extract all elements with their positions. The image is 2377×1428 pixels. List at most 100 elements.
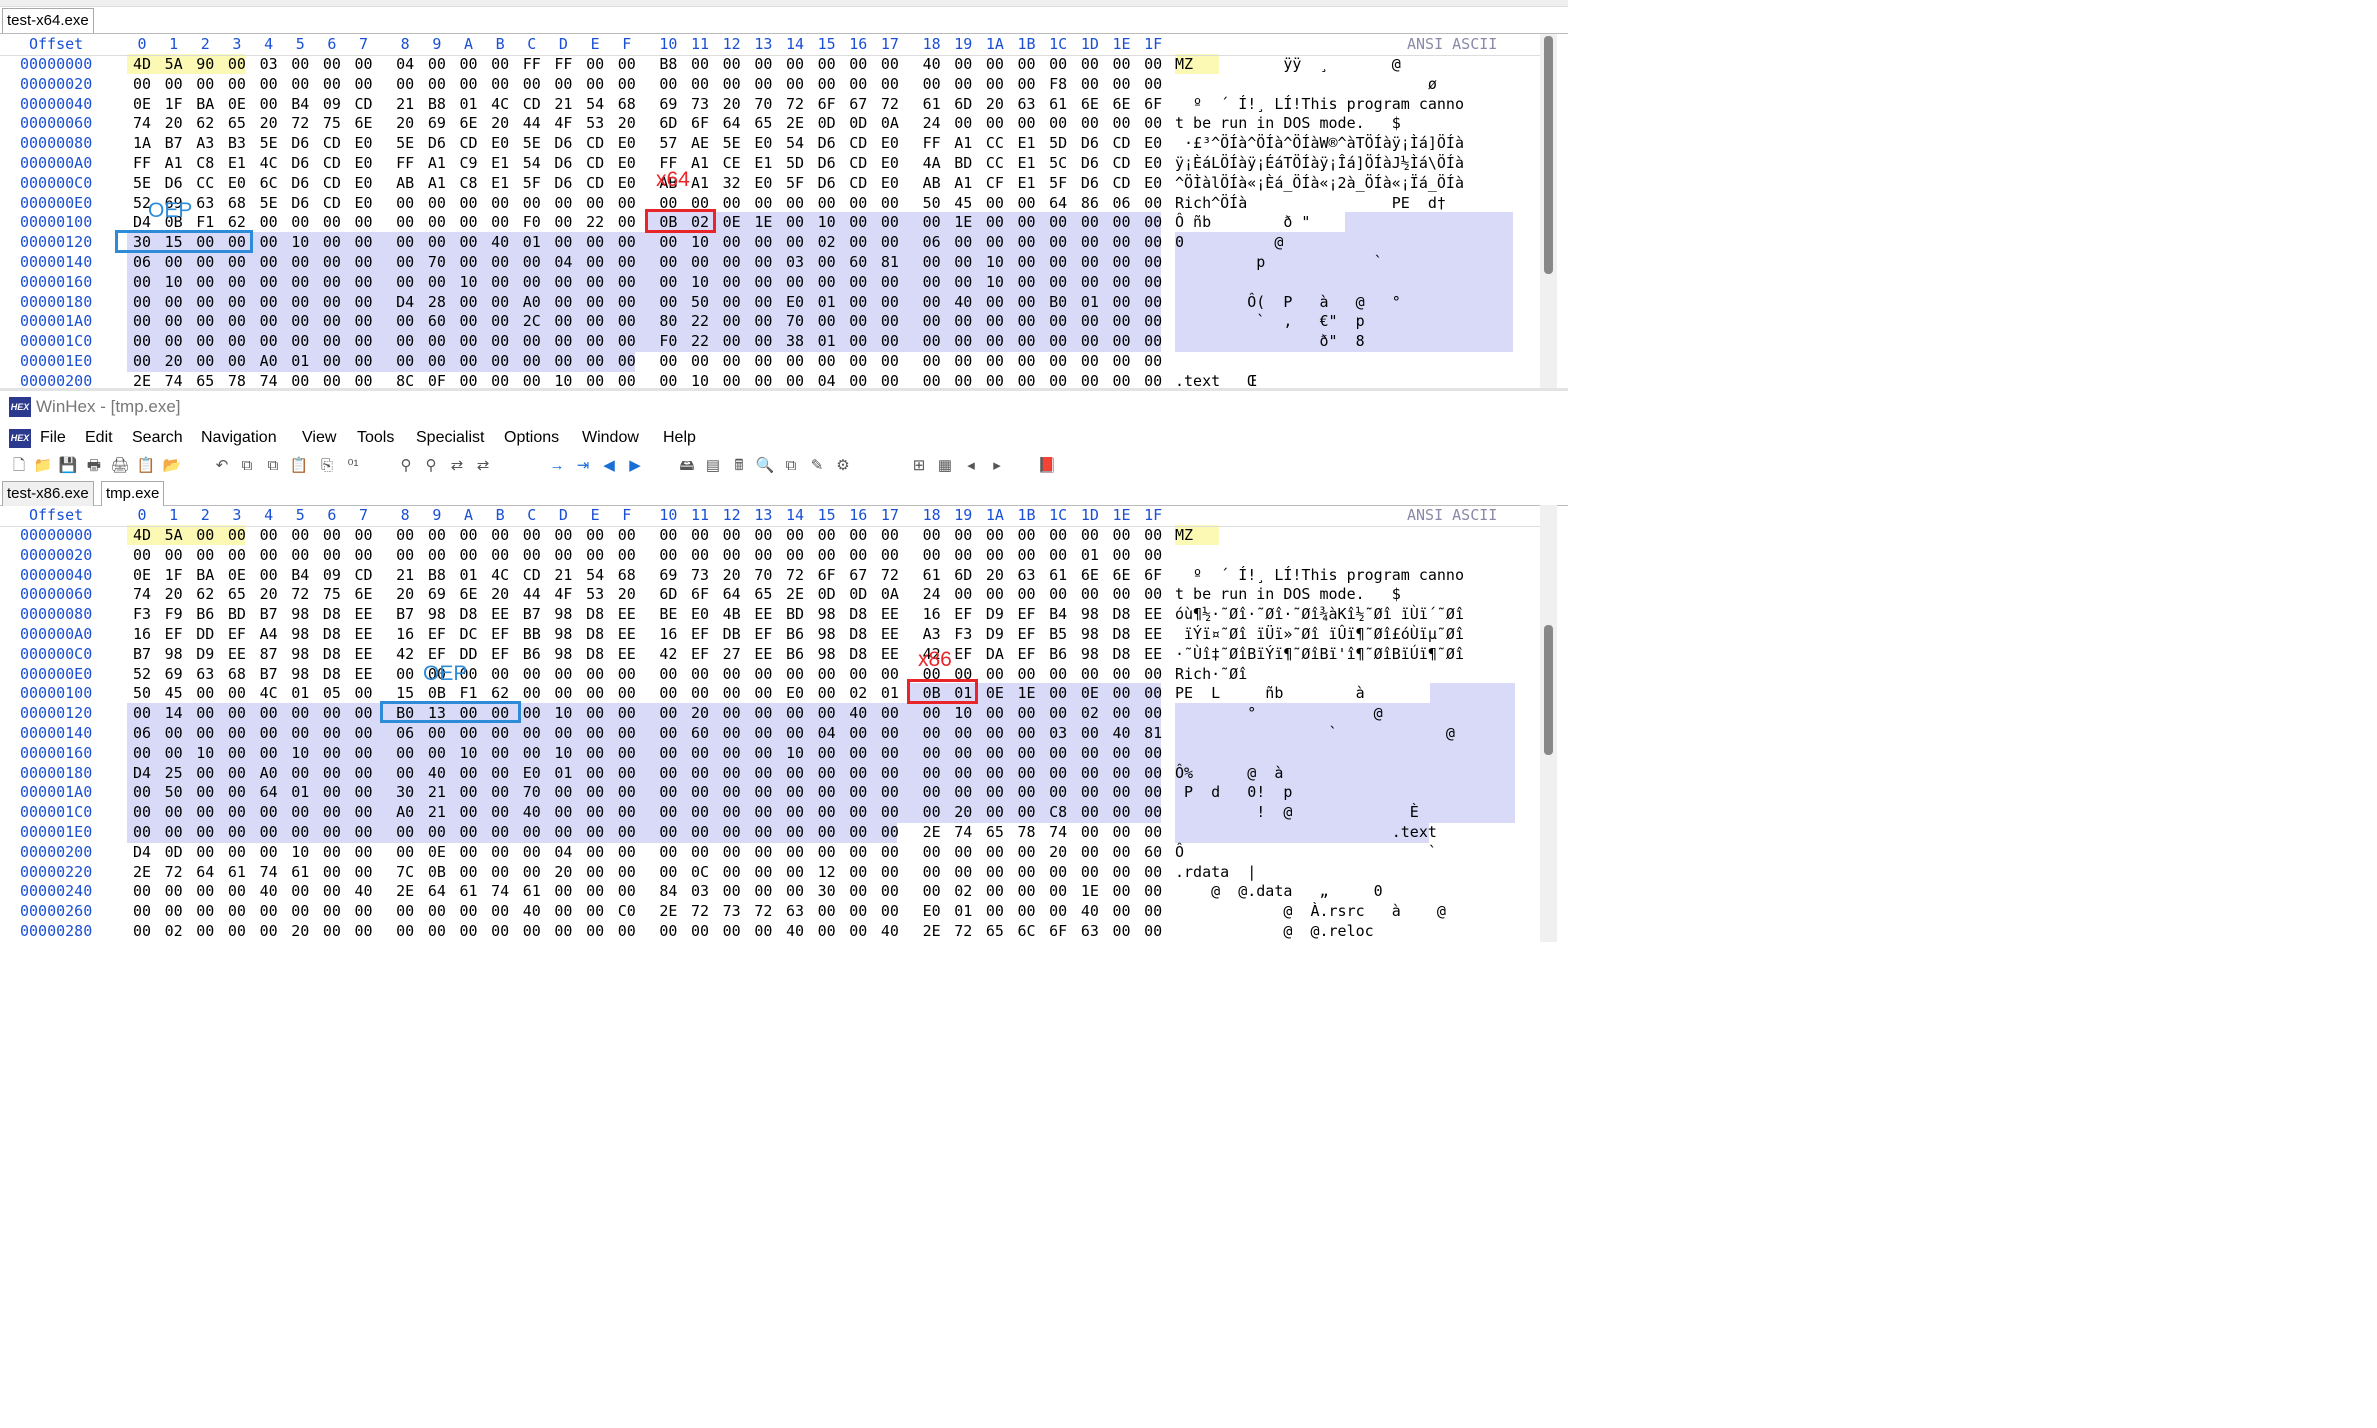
hex-byte[interactable]: 00: [256, 703, 282, 723]
hex-byte[interactable]: 00: [582, 703, 608, 723]
hex-byte[interactable]: E0: [750, 173, 776, 193]
hex-byte[interactable]: 6C: [1014, 921, 1040, 941]
hex-byte[interactable]: 00: [519, 842, 545, 862]
hex-byte[interactable]: 00: [256, 331, 282, 351]
hex-byte[interactable]: 00: [1014, 292, 1040, 312]
hex-byte[interactable]: 4C: [487, 565, 513, 585]
open-folder-icon[interactable]: 📁: [32, 456, 54, 476]
hex-byte[interactable]: 5C: [1045, 153, 1071, 173]
hex-byte[interactable]: 00: [192, 525, 218, 545]
hex-byte[interactable]: 00: [1045, 881, 1071, 901]
ascii-text[interactable]: Ô `: [1175, 842, 1464, 862]
hex-byte[interactable]: 0E: [129, 94, 155, 114]
hex-row[interactable]: 00000000 4D 5A 00 00 00 00 00 00 00 00 00 00 00 00 00 00…: [0, 525, 1540, 545]
hex-byte[interactable]: 00: [582, 881, 608, 901]
hex-byte[interactable]: EE: [224, 644, 250, 664]
hex-byte[interactable]: 00: [319, 921, 345, 941]
hex-byte[interactable]: 00: [1014, 54, 1040, 74]
hex-byte[interactable]: 00: [319, 272, 345, 292]
hex-byte[interactable]: 54: [782, 133, 808, 153]
hex-byte[interactable]: D6: [814, 153, 840, 173]
hex-byte[interactable]: 00: [129, 545, 155, 565]
hex-byte[interactable]: 00: [655, 723, 681, 743]
hex-byte[interactable]: 73: [719, 901, 745, 921]
hex-byte[interactable]: D6: [814, 133, 840, 153]
ascii-text[interactable]: t be run in DOS mode. $: [1175, 113, 1464, 133]
hex-byte[interactable]: 00: [351, 331, 377, 351]
hex-byte[interactable]: 00: [392, 921, 418, 941]
hex-byte[interactable]: 00: [845, 901, 871, 921]
hex-byte[interactable]: 0E: [719, 212, 745, 232]
hex-byte[interactable]: 00: [919, 703, 945, 723]
ascii-text[interactable]: ·˜Ùî‡˜ØîBïÝï¶˜ØîBï'î¶˜ØîBïÚï¶˜Øî: [1175, 644, 1464, 664]
hex-byte[interactable]: 98: [814, 604, 840, 624]
hex-byte[interactable]: D6: [814, 173, 840, 193]
hex-byte[interactable]: 00: [919, 743, 945, 763]
hex-byte[interactable]: 00: [550, 331, 576, 351]
hex-byte[interactable]: 00: [750, 743, 776, 763]
hex-byte[interactable]: 00: [351, 525, 377, 545]
tab-test-x86[interactable]: test-x86.exe: [2, 481, 94, 506]
hex-byte[interactable]: 03: [687, 881, 713, 901]
hex-byte[interactable]: 01: [519, 232, 545, 252]
hex-byte[interactable]: 62: [224, 212, 250, 232]
hex-byte[interactable]: 00: [1077, 782, 1103, 802]
hex-byte[interactable]: 00: [424, 74, 450, 94]
hex-byte[interactable]: E0: [919, 901, 945, 921]
menu-tools[interactable]: Tools: [357, 428, 394, 448]
hex-byte[interactable]: 00: [351, 545, 377, 565]
hex-byte[interactable]: 00: [782, 212, 808, 232]
hex-byte[interactable]: 00: [582, 822, 608, 842]
top-vertical-scrollbar[interactable]: [1540, 34, 1557, 388]
hex-byte[interactable]: 00: [1140, 331, 1166, 351]
hex-byte[interactable]: EE: [877, 604, 903, 624]
hex-byte[interactable]: 00: [614, 545, 640, 565]
hex-byte[interactable]: E0: [351, 153, 377, 173]
hex-byte[interactable]: 00: [256, 802, 282, 822]
hex-byte[interactable]: D8: [845, 644, 871, 664]
hex-byte[interactable]: B4: [1045, 604, 1071, 624]
hex-byte[interactable]: 10: [782, 743, 808, 763]
hex-byte[interactable]: 00: [319, 763, 345, 783]
hex-byte[interactable]: 65: [224, 113, 250, 133]
hex-byte[interactable]: 10: [814, 212, 840, 232]
hex-byte[interactable]: 00: [424, 193, 450, 213]
hex-byte[interactable]: 21: [392, 565, 418, 585]
hex-byte[interactable]: CD: [582, 133, 608, 153]
hex-byte[interactable]: 5D: [782, 153, 808, 173]
hex-byte[interactable]: D6: [287, 173, 313, 193]
hex-byte[interactable]: 00: [877, 901, 903, 921]
hex-byte[interactable]: 64: [424, 881, 450, 901]
hex-byte[interactable]: 00: [1077, 351, 1103, 371]
hex-byte[interactable]: BB: [519, 624, 545, 644]
hex-byte[interactable]: 00: [550, 683, 576, 703]
hex-byte[interactable]: 0D: [845, 584, 871, 604]
hex-byte[interactable]: 00: [319, 822, 345, 842]
hex-byte[interactable]: 00: [814, 664, 840, 684]
hex-byte[interactable]: 00: [919, 782, 945, 802]
hex-byte[interactable]: 40: [424, 763, 450, 783]
hex-byte[interactable]: E0: [1140, 133, 1166, 153]
hex-byte[interactable]: FF: [392, 153, 418, 173]
hex-byte[interactable]: 40: [351, 881, 377, 901]
hex-byte[interactable]: 00: [845, 292, 871, 312]
hex-byte[interactable]: 00: [224, 822, 250, 842]
hex-byte[interactable]: 0E: [224, 94, 250, 114]
hex-byte[interactable]: 00: [845, 881, 871, 901]
hex-byte[interactable]: 22: [582, 212, 608, 232]
hex-byte[interactable]: 16: [919, 604, 945, 624]
hex-byte[interactable]: D8: [582, 624, 608, 644]
hex-byte[interactable]: 67: [845, 565, 871, 585]
hex-byte[interactable]: BA: [192, 565, 218, 585]
hex-byte[interactable]: 98: [1077, 624, 1103, 644]
hex-byte[interactable]: EF: [1014, 604, 1040, 624]
hex-byte[interactable]: 00: [1077, 331, 1103, 351]
hex-byte[interactable]: 00: [424, 331, 450, 351]
hex-byte[interactable]: E1: [224, 153, 250, 173]
hex-byte[interactable]: 00: [1140, 664, 1166, 684]
hex-byte[interactable]: 00: [950, 54, 976, 74]
hex-byte[interactable]: 00: [919, 763, 945, 783]
hex-byte[interactable]: 00: [877, 862, 903, 882]
hex-byte[interactable]: 00: [614, 351, 640, 371]
hex-byte[interactable]: 00: [351, 232, 377, 252]
